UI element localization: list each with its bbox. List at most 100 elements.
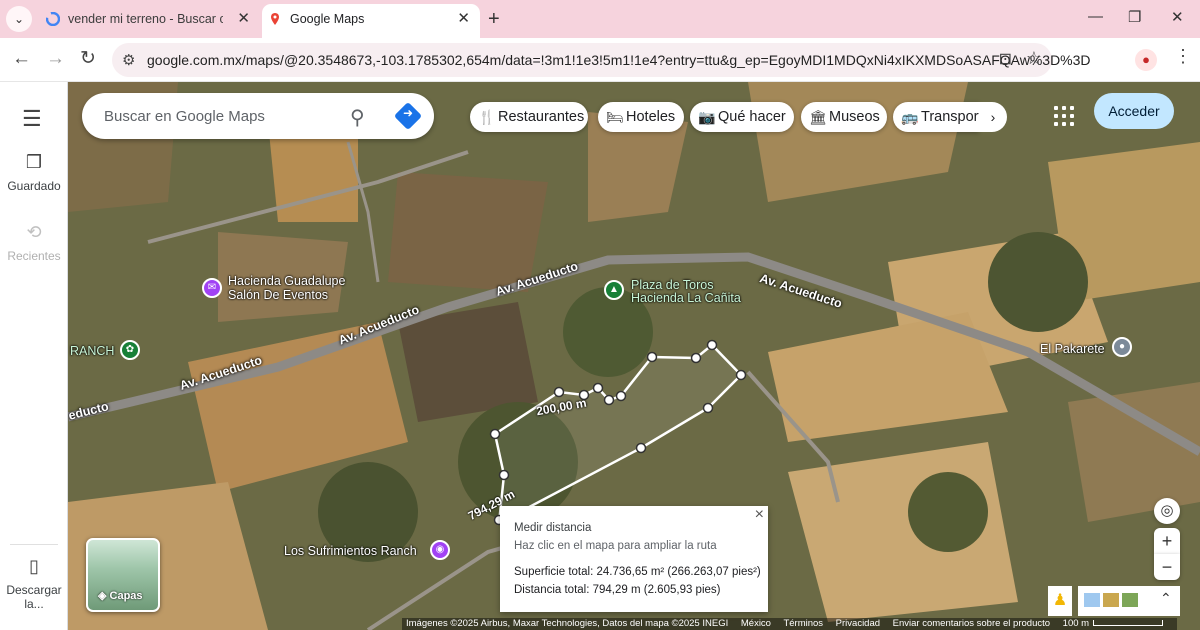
measure-title: Medir distancia <box>514 522 592 534</box>
map-type-thumb[interactable] <box>1103 593 1119 607</box>
profile-avatar-icon[interactable]: ● <box>1135 49 1157 71</box>
camera-icon: 📷 <box>698 109 716 125</box>
close-icon[interactable]: × <box>755 506 764 524</box>
vegetation <box>988 232 1088 332</box>
maps-side-rail: ☰ ❒ Guardado ⟲ Recientes ▯ Descargar la.… <box>0 82 68 630</box>
chip-label: Museos <box>829 109 880 125</box>
vegetation <box>908 472 988 552</box>
google-apps-icon[interactable] <box>1052 104 1076 128</box>
map-type-thumb[interactable] <box>1122 593 1138 607</box>
imagery-credit: Imágenes ©2025 Airbus, Maxar Technologie… <box>406 618 729 629</box>
recent-button[interactable]: ⟲ Recientes <box>0 222 68 263</box>
bed-icon: 🛏 <box>606 109 624 125</box>
chip-label: Transporte <box>921 109 979 125</box>
tab-search-dropdown[interactable]: ⌄ <box>6 6 32 32</box>
phone-icon: ▯ <box>29 556 39 576</box>
poi-los-sufrimientos[interactable]: Los Sufrimientos Ranch <box>284 544 417 558</box>
chip-things-to-do[interactable]: 📷 Qué hacer <box>690 102 794 132</box>
layers-icon: ◈ Capas <box>98 590 143 602</box>
layers-button[interactable]: ◈ Capas <box>86 538 160 612</box>
event-venue-icon[interactable]: ✉ <box>202 278 222 298</box>
poi-ranch[interactable]: RANCH <box>70 344 114 358</box>
close-tab-icon[interactable]: ✕ <box>237 4 250 34</box>
new-tab-icon[interactable]: + <box>488 6 500 32</box>
rail-divider <box>10 544 58 545</box>
back-icon[interactable]: ← <box>12 48 31 70</box>
chip-hotels[interactable]: 🛏 Hoteles <box>598 102 684 132</box>
terms-link[interactable]: Términos <box>783 618 823 629</box>
field <box>788 442 1018 622</box>
hamburger-menu-icon[interactable]: ☰ <box>22 106 42 132</box>
place-pin-icon[interactable]: ● <box>1112 337 1132 357</box>
directions-icon[interactable]: ➜ <box>393 101 423 131</box>
park-icon[interactable]: ✿ <box>120 340 140 360</box>
fork-knife-icon: 🍴 <box>478 109 496 125</box>
measure-hint: Haz clic en el mapa para ampliar la ruta <box>514 540 717 552</box>
chip-label: Restaurantes <box>498 109 585 125</box>
scale-label[interactable]: 100 m <box>1063 618 1089 629</box>
camera-poi-icon[interactable]: ◉ <box>430 540 450 560</box>
url-text[interactable]: google.com.mx/maps/@20.3548673,-103.1785… <box>147 43 1091 77</box>
feedback-link[interactable]: Enviar comentarios sobre el producto <box>893 618 1050 629</box>
privacy-link[interactable]: Privacidad <box>836 618 880 629</box>
measure-distance: Distancia total: 794,29 m (2.605,93 pies… <box>514 584 721 596</box>
tab-title: Google Maps <box>290 12 365 26</box>
search-input[interactable] <box>104 93 344 139</box>
site-info-icon[interactable]: ⚙ <box>122 51 135 69</box>
chip-restaurants[interactable]: 🍴 Restaurantes <box>470 102 588 132</box>
maps-pin-icon <box>271 13 279 25</box>
history-icon: ⟲ <box>26 222 42 242</box>
tab-google-search[interactable]: vender mi terreno - Buscar con Google ✕ <box>40 4 260 38</box>
scale-bar <box>1093 620 1164 627</box>
satellite-map[interactable]: ⚲ ➜ 🍴 Restaurantes 🛏 Hoteles 📷 Qué hacer… <box>68 82 1200 630</box>
bookmark-icon: ❒ <box>25 152 43 172</box>
chip-label: Hoteles <box>626 109 676 125</box>
museum-icon: 🏛 <box>809 109 827 125</box>
country-link[interactable]: México <box>741 618 771 629</box>
close-tab-icon[interactable]: ✕ <box>457 4 470 34</box>
zoom-out-icon[interactable]: − <box>1154 554 1180 580</box>
address-bar-row: ← → ↻ ⚙ google.com.mx/maps/@20.3548673,-… <box>0 38 1200 82</box>
forward-icon[interactable]: → <box>46 48 65 70</box>
omnibox[interactable]: ⚙ google.com.mx/maps/@20.3548673,-103.17… <box>112 43 1091 77</box>
pegman-icon[interactable]: ♟ <box>1048 586 1072 616</box>
search-box: ⚲ ➜ <box>82 93 434 139</box>
search-icon[interactable]: ⚲ <box>350 105 365 130</box>
saved-button[interactable]: ❒ Guardado <box>0 152 68 193</box>
tab-strip: ⌄ vender mi terreno - Buscar con Google … <box>0 0 1200 38</box>
map-type-thumbnails[interactable]: ⌃ <box>1078 586 1180 616</box>
saved-label: Guardado <box>7 179 61 193</box>
browser-menu-icon[interactable]: ⋮ <box>1174 46 1192 67</box>
stadium-icon[interactable]: ▲ <box>604 280 624 300</box>
tab-title: vender mi terreno - Buscar con Google <box>68 12 223 26</box>
chip-transport[interactable]: 🚌 Transporte <box>893 102 979 132</box>
tab-google-maps[interactable]: Google Maps ✕ <box>262 4 480 38</box>
install-app-icon[interactable]: ⊡ <box>999 49 1012 69</box>
sign-in-button[interactable]: Acceder <box>1094 93 1174 129</box>
expand-up-icon[interactable]: ⌃ <box>1160 590 1172 607</box>
bus-icon: 🚌 <box>901 109 919 125</box>
chip-museums[interactable]: 🏛 Museos <box>801 102 887 132</box>
poi-hacienda-guadalupe[interactable]: Hacienda Guadalupe Salón De Eventos <box>228 274 368 302</box>
map-type-thumb[interactable] <box>1084 593 1100 607</box>
minimize-icon[interactable]: — <box>1088 8 1103 25</box>
recent-label: Recientes <box>7 249 61 263</box>
layers-label: Capas <box>109 590 143 602</box>
chip-label: Qué hacer <box>718 109 786 125</box>
field <box>1068 382 1200 522</box>
poi-plaza-toros[interactable]: Plaza de Toros Hacienda La Cañita <box>631 279 761 305</box>
download-label: Descargar la... <box>6 583 62 611</box>
bookmark-star-icon[interactable]: ☆ <box>1026 48 1042 69</box>
map-footer: Imágenes ©2025 Airbus, Maxar Technologie… <box>402 618 1178 630</box>
zoom-in-icon[interactable]: + <box>1154 528 1180 554</box>
close-window-icon[interactable]: ✕ <box>1171 8 1184 26</box>
my-location-icon[interactable]: ◎ <box>1154 498 1180 524</box>
google-icon <box>46 12 60 26</box>
reload-icon[interactable]: ↻ <box>80 48 96 70</box>
maximize-icon[interactable]: ❐ <box>1128 8 1141 26</box>
download-app-button[interactable]: ▯ Descargar la... <box>0 556 68 611</box>
poi-el-pakarete[interactable]: El Pakarete <box>1040 342 1105 356</box>
measure-distance-panel: Medir distancia Haz clic en el mapa para… <box>500 506 768 612</box>
field <box>388 172 548 292</box>
measure-area: Superficie total: 24.736,65 m² (266.263,… <box>514 566 761 578</box>
